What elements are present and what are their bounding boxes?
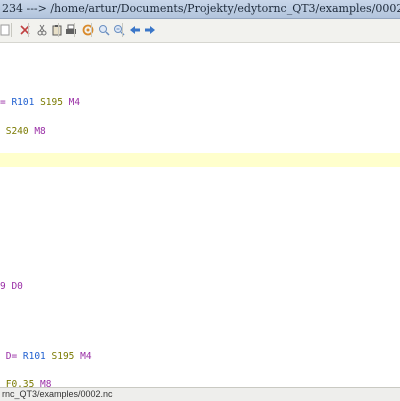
code-token: R101 <box>22 351 52 362</box>
code-token: 9 <box>0 281 12 292</box>
status-bar: rnc_QT3/examples/0002.nc <box>0 387 400 401</box>
forward-arrow-icon[interactable] <box>143 23 157 37</box>
code-line[interactable]: D= R101 S195 M4 <box>0 350 400 364</box>
code-token: M8 <box>34 126 46 137</box>
code-token: M4 <box>68 97 81 108</box>
code-token: M8 <box>40 379 52 387</box>
code-editor[interactable]: = R101 S195 M4 S240 M8 9 D0 D= R101 S195… <box>0 43 400 387</box>
code-token: S240 <box>0 126 35 137</box>
cut-icon[interactable] <box>35 23 49 37</box>
code-token: D0 <box>11 281 23 292</box>
print-icon[interactable] <box>64 23 78 37</box>
toolbar-separator <box>91 23 92 37</box>
code-line[interactable]: = R101 S195 M4 <box>0 96 400 110</box>
code-token: S195 <box>51 351 81 362</box>
code-line[interactable]: 9 D0 <box>0 280 400 294</box>
code-token: D= <box>0 351 23 362</box>
title-bar: 234 ---> /home/artur/Documents/Projekty/… <box>0 0 400 19</box>
zoom-out-icon[interactable] <box>112 23 126 37</box>
code-token: F0.35 <box>0 379 41 387</box>
window-title: 234 ---> /home/artur/Documents/Projekty/… <box>2 2 400 15</box>
close-icon[interactable] <box>18 23 32 37</box>
toolbar-separator <box>122 23 123 37</box>
code-line[interactable]: S240 M8 <box>0 125 400 139</box>
toolbar <box>0 19 400 43</box>
toolbar-separator <box>74 23 75 37</box>
toolbar-separator <box>11 23 12 37</box>
code-token: = <box>0 97 12 108</box>
code-token: M4 <box>80 351 92 362</box>
toolbar-separator <box>28 23 29 37</box>
code-line[interactable]: F0.35 M8 <box>0 378 400 387</box>
code-token: S195 <box>40 97 69 108</box>
toolbar-separator <box>58 23 59 37</box>
status-file-path: rnc_QT3/examples/0002.nc <box>2 389 113 399</box>
current-line[interactable] <box>0 153 400 167</box>
code-token: R101 <box>11 97 41 108</box>
paste-icon[interactable] <box>50 23 64 37</box>
back-arrow-icon[interactable] <box>128 23 142 37</box>
zoom-in-icon[interactable] <box>97 23 111 37</box>
search-icon[interactable] <box>81 23 95 37</box>
